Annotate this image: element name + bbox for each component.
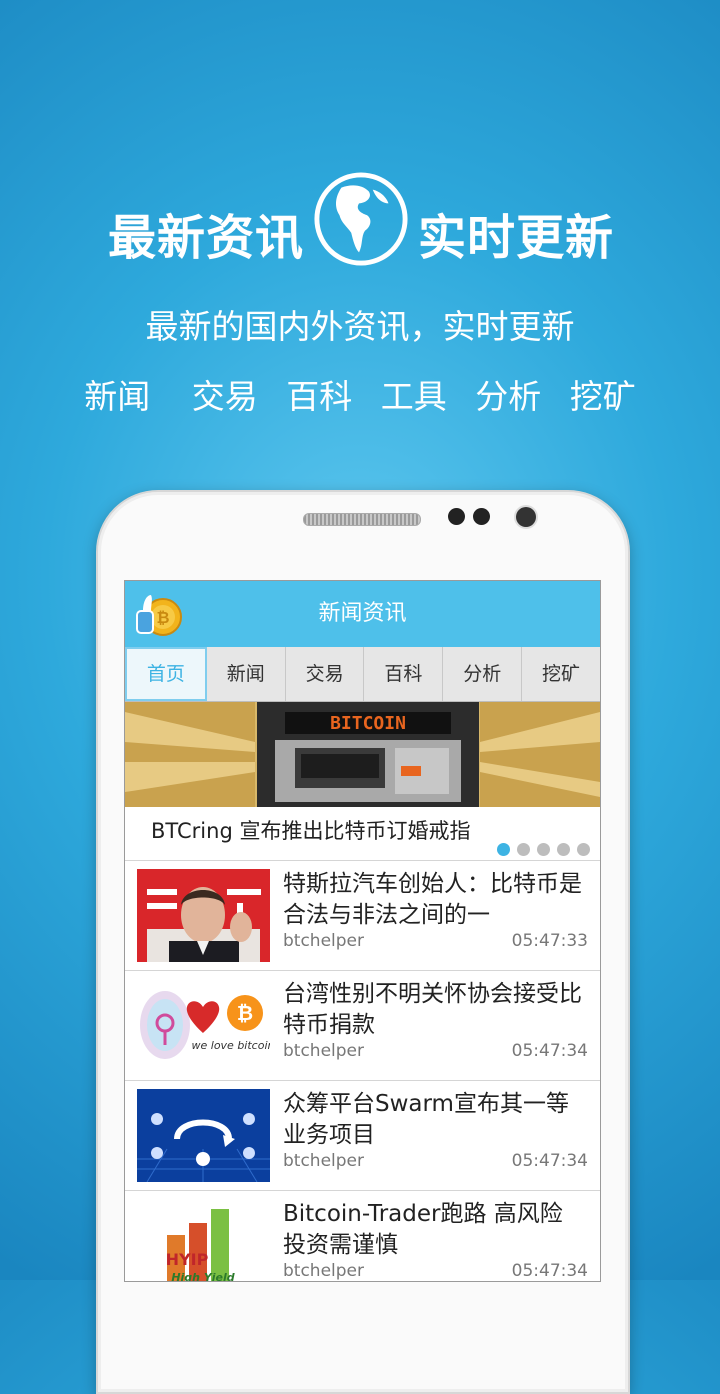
- tab-home[interactable]: 首页: [125, 647, 207, 701]
- carousel-dot[interactable]: [577, 843, 590, 856]
- thumb-text: we love bitcoin: [192, 1039, 270, 1052]
- news-thumbnail: ₿ we love bitcoin: [137, 979, 270, 1072]
- feature-item: 新闻: [84, 377, 151, 416]
- carousel-dot[interactable]: [517, 843, 530, 856]
- news-thumbnail: [137, 1089, 270, 1182]
- news-item[interactable]: 特斯拉汽车创始人：比特币是合法与非法之间的一 btchelper 05:47:3…: [125, 860, 600, 970]
- app-header: ₿ 新闻资讯: [125, 581, 600, 647]
- tab-trading[interactable]: 交易: [286, 647, 365, 701]
- news-source: btchelper: [283, 1041, 364, 1061]
- feature-list: 新闻 交易 百科 工具 分析 挖矿: [0, 370, 720, 418]
- banner-image: BITCOIN: [125, 702, 600, 807]
- app-screen: ₿ 新闻资讯 首页 新闻 交易 百科 分析 挖矿 BITCOIN BTCring…: [124, 580, 601, 1282]
- phone-sensor: [473, 508, 490, 525]
- news-thumbnail: HYIP High Yield: [137, 1199, 270, 1282]
- news-title: 特斯拉汽车创始人：比特币是合法与非法之间的一: [283, 871, 582, 928]
- carousel-indicator: [497, 843, 590, 856]
- carousel-dot[interactable]: [557, 843, 570, 856]
- news-source: btchelper: [283, 1151, 364, 1171]
- news-item[interactable]: HYIP High Yield Bitcoin-Trader跑路 高风险投资需谨…: [125, 1190, 600, 1282]
- feature-item: 分析: [475, 377, 542, 416]
- news-source: btchelper: [283, 1261, 364, 1281]
- hero-title-right: 实时更新: [418, 210, 615, 266]
- news-title: Bitcoin-Trader跑路 高风险投资需谨慎: [283, 1201, 563, 1258]
- tab-bar: 首页 新闻 交易 百科 分析 挖矿: [125, 647, 600, 702]
- carousel-dot[interactable]: [497, 843, 510, 856]
- news-item[interactable]: ₿ we love bitcoin 台湾性别不明关怀协会接受比特币捐款 btch…: [125, 970, 600, 1080]
- feature-item: 挖矿: [569, 377, 636, 416]
- hero-title-left: 最新资讯: [108, 210, 305, 266]
- thumb-text: High Yield: [171, 1271, 234, 1282]
- globe-icon: [314, 172, 408, 266]
- news-time: 05:47:33: [511, 931, 588, 951]
- banner-caption[interactable]: BTCring 宣布推出比特币订婚戒指: [151, 815, 470, 845]
- carousel-dot[interactable]: [537, 843, 550, 856]
- phone-sensor: [448, 508, 465, 525]
- thumb-text: HYIP: [166, 1250, 209, 1269]
- tab-mining[interactable]: 挖矿: [522, 647, 600, 701]
- banner-caption-bar: BTCring 宣布推出比特币订婚戒指: [125, 807, 600, 860]
- tab-analysis[interactable]: 分析: [443, 647, 523, 701]
- news-thumbnail: [137, 869, 270, 962]
- banner-carousel[interactable]: BITCOIN BTCring 宣布推出比特币订婚戒指: [125, 702, 600, 860]
- feature-item: 工具: [380, 377, 447, 416]
- news-source: btchelper: [283, 931, 364, 951]
- hero-subtitle: 最新的国内外资讯，实时更新: [145, 307, 575, 346]
- feature-item: 百科: [286, 377, 353, 416]
- news-time: 05:47:34: [511, 1041, 588, 1061]
- hero-title: 最新资讯 实时更新: [0, 168, 720, 278]
- news-time: 05:47:34: [511, 1151, 588, 1171]
- news-title: 台湾性别不明关怀协会接受比特币捐款: [283, 981, 582, 1038]
- news-time: 05:47:34: [511, 1261, 588, 1281]
- tab-wiki[interactable]: 百科: [364, 647, 444, 701]
- svg-text:₿: ₿: [237, 1001, 253, 1025]
- phone-camera: [516, 507, 536, 527]
- banner-sign-text: BITCOIN: [330, 713, 406, 734]
- news-item[interactable]: 众筹平台Swarm宣布其一等业务项目 btchelper 05:47:34: [125, 1080, 600, 1190]
- app-title: 新闻资讯: [318, 601, 407, 626]
- phone-speaker: [303, 513, 421, 526]
- tab-news[interactable]: 新闻: [207, 647, 286, 701]
- feature-item: 交易: [191, 377, 258, 416]
- news-title: 众筹平台Swarm宣布其一等业务项目: [283, 1091, 569, 1148]
